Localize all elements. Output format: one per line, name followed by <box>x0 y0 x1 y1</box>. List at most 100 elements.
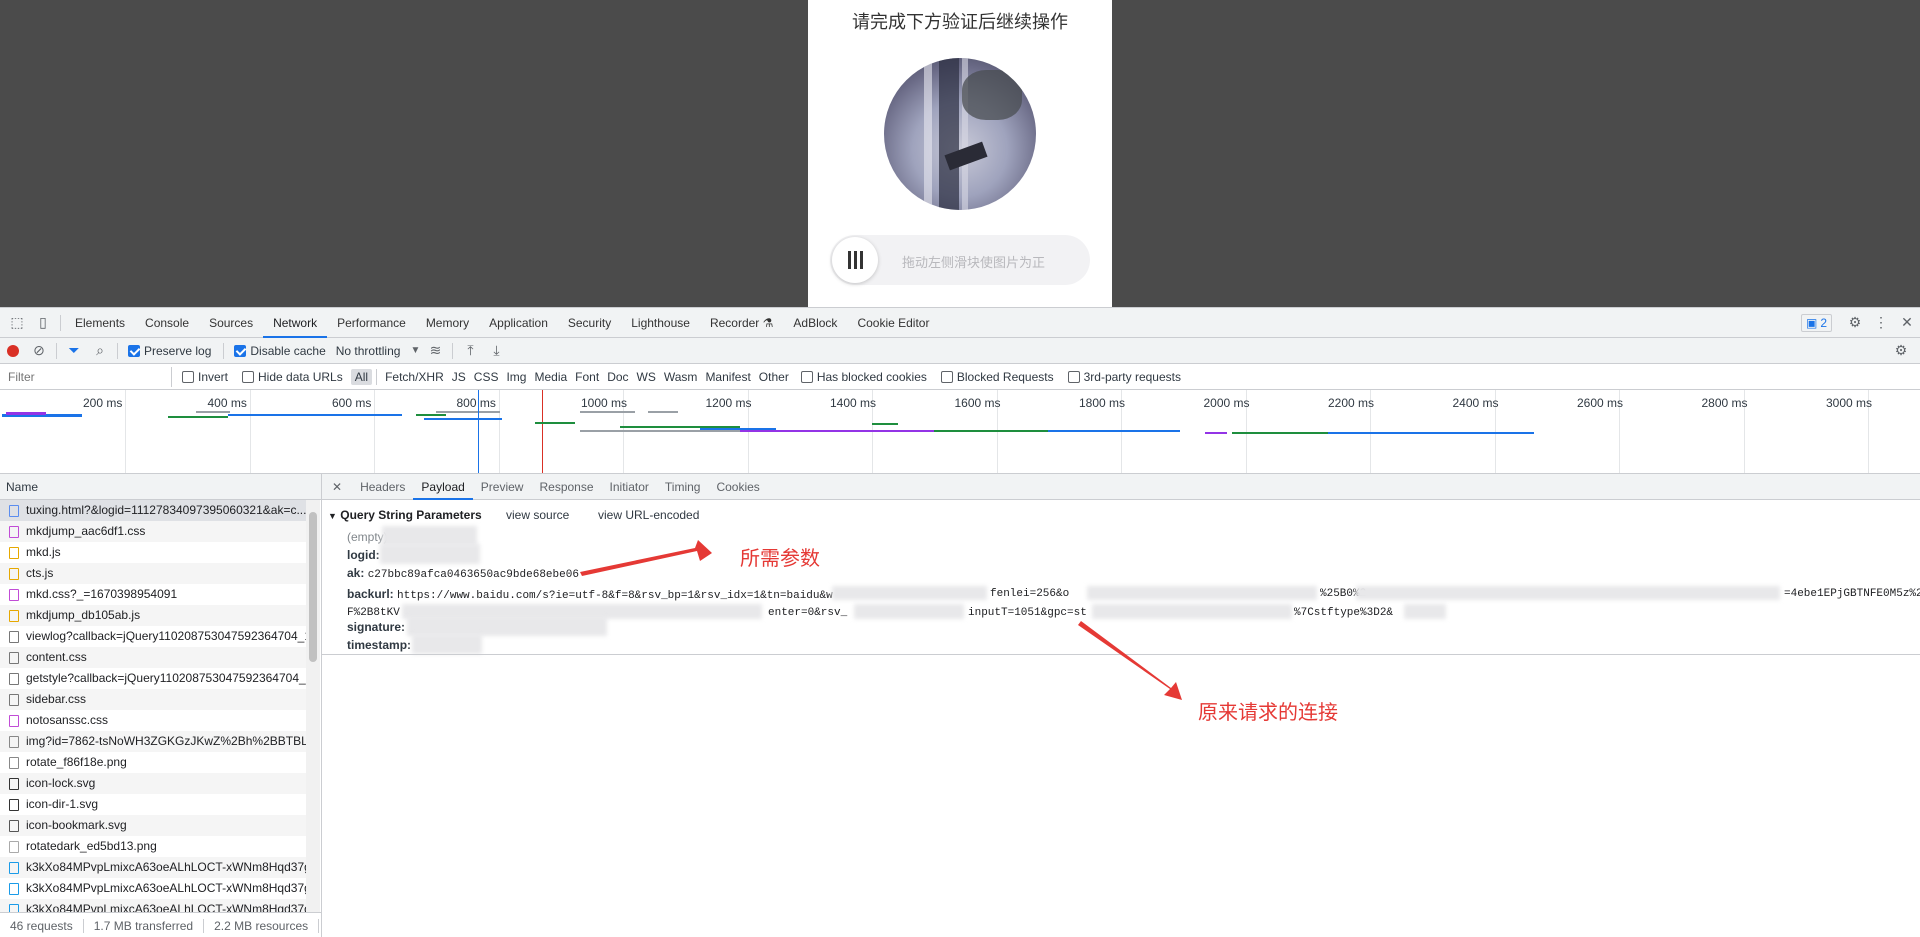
tab-recorder[interactable]: Recorder ⚗ <box>700 308 783 338</box>
tab-response[interactable]: Response <box>531 474 601 500</box>
request-row[interactable]: icon-lock.svg <box>0 773 306 794</box>
file-type-icon <box>9 547 19 559</box>
request-row[interactable]: rotatedark_ed5bd13.png <box>0 836 306 857</box>
tab-headers[interactable]: Headers <box>352 474 413 500</box>
request-row[interactable]: mkdjump_aac6df1.css <box>0 521 306 542</box>
clear-icon[interactable]: ⊘ <box>26 338 52 364</box>
tab-preview[interactable]: Preview <box>473 474 532 500</box>
preserve-log-checkbox[interactable] <box>128 344 140 357</box>
request-row[interactable]: content.css <box>0 647 306 668</box>
hide-data-urls-checkbox[interactable] <box>242 370 255 383</box>
request-name: icon-lock.svg <box>26 776 96 790</box>
record-button[interactable] <box>7 344 19 357</box>
request-row[interactable]: rotate_f86f18e.png <box>0 752 306 773</box>
request-row[interactable]: mkd.css?_=1670398954091 <box>0 584 306 605</box>
type-filter-doc[interactable]: Doc <box>603 369 632 385</box>
network-overview-timeline[interactable]: 200 ms 400 ms 600 ms 800 ms 1000 ms 1200 ms 14… <box>0 390 1920 474</box>
request-row[interactable]: mkd.js <box>0 542 306 563</box>
waterfall-bar <box>580 430 740 432</box>
more-options-icon[interactable]: ⋮ <box>1868 310 1894 336</box>
third-party-checkbox[interactable] <box>1067 370 1080 383</box>
settings-gear-icon[interactable]: ⚙ <box>1842 310 1868 336</box>
type-filter-ws[interactable]: WS <box>633 369 660 385</box>
redacted-region <box>407 616 607 636</box>
type-filter-wasm[interactable]: Wasm <box>660 369 702 385</box>
annotation-link: 原来请求的连接 <box>1198 702 1338 724</box>
dropdown-arrow-icon[interactable]: ▼ <box>408 338 422 364</box>
type-filter-css[interactable]: CSS <box>470 369 503 385</box>
blocked-requests-checkbox[interactable] <box>940 370 953 383</box>
tab-adblock[interactable]: AdBlock <box>783 308 847 338</box>
file-type-icon <box>9 715 19 727</box>
filter-icon[interactable]: ⏷ <box>61 338 87 364</box>
request-row[interactable]: viewlog?callback=jQuery11020875304759236… <box>0 626 306 647</box>
import-har-icon[interactable]: ⤒ <box>457 338 483 364</box>
slider-handle[interactable] <box>832 237 878 283</box>
invert-checkbox[interactable] <box>182 370 194 383</box>
request-row[interactable]: icon-dir-1.svg <box>0 794 306 815</box>
tab-network[interactable]: Network <box>263 308 328 338</box>
network-conditions-icon[interactable]: ≋ <box>422 338 448 364</box>
has-blocked-cookies-checkbox[interactable] <box>800 370 813 383</box>
query-string-section-header[interactable]: ▼ Query String Parameters <box>328 508 482 522</box>
tab-elements[interactable]: Elements <box>65 308 135 338</box>
disable-cache-checkbox[interactable] <box>234 344 247 357</box>
filter-input[interactable] <box>4 366 172 387</box>
timeline-gridline <box>125 390 126 473</box>
tab-console[interactable]: Console <box>135 308 199 338</box>
type-filter-media[interactable]: Media <box>530 369 571 385</box>
tab-memory[interactable]: Memory <box>416 308 479 338</box>
request-row[interactable]: cts.js <box>0 563 306 584</box>
request-list: tuxing.html?&logid=11127834097395060321&… <box>0 500 306 912</box>
tab-cookies[interactable]: Cookies <box>708 474 767 500</box>
request-row[interactable]: notosanssc.css <box>0 710 306 731</box>
view-source-link[interactable]: view source <box>506 508 569 522</box>
request-row[interactable]: icon-bookmark.svg <box>0 815 306 836</box>
request-row[interactable]: k3kXo84MPvpLmixcA63oeALhLOCT-xWNm8Hqd37g… <box>0 857 306 878</box>
search-icon[interactable]: ⌕ <box>87 338 113 364</box>
export-har-icon[interactable]: ⤓ <box>483 338 509 364</box>
type-filter-manifest[interactable]: Manifest <box>701 369 754 385</box>
scrollbar-thumb[interactable] <box>309 512 317 662</box>
timeline-gridline <box>374 390 375 473</box>
param-row-logid: logid: <box>347 548 380 562</box>
rotate-slider-track[interactable]: 拖动左侧滑块使图片为正 <box>830 235 1090 285</box>
backurl-line2-b: enter=0&rsv_ <box>768 607 848 619</box>
type-filter-xhr[interactable]: Fetch/XHR <box>381 369 448 385</box>
captcha-dialog: 请完成下方验证后继续操作 拖动左侧滑块使图片为正 <box>808 0 1112 307</box>
type-filter-img[interactable]: Img <box>502 369 530 385</box>
type-filter-other[interactable]: Other <box>755 369 793 385</box>
tab-timing[interactable]: Timing <box>657 474 709 500</box>
close-details-icon[interactable]: ✕ <box>322 474 352 500</box>
tab-application[interactable]: Application <box>479 308 558 338</box>
throttling-select[interactable]: No throttling <box>336 344 401 358</box>
request-row[interactable]: sidebar.css <box>0 689 306 710</box>
request-row[interactable]: tuxing.html?&logid=11127834097395060321&… <box>0 500 306 521</box>
network-settings-icon[interactable]: ⚙ <box>1888 338 1914 364</box>
request-row[interactable]: getstyle?callback=jQuery1102087530475923… <box>0 668 306 689</box>
type-filter-font[interactable]: Font <box>571 369 603 385</box>
inspect-element-icon[interactable]: ⬚ <box>4 310 30 336</box>
type-filter-js[interactable]: JS <box>448 369 470 385</box>
issues-badge[interactable]: ▣ 2 <box>1800 313 1832 332</box>
type-filter-all[interactable]: All <box>350 368 373 385</box>
tab-sources[interactable]: Sources <box>199 308 263 338</box>
tab-initiator[interactable]: Initiator <box>602 474 657 500</box>
tab-performance[interactable]: Performance <box>327 308 416 338</box>
tab-lighthouse[interactable]: Lighthouse <box>621 308 700 338</box>
request-row[interactable]: k3kXo84MPvpLmixcA63oeALhLOCT-xWNm8Hqd37g… <box>0 899 306 912</box>
hide-data-urls-label: Hide data URLs <box>258 369 343 384</box>
request-row[interactable]: img?id=7862-tsNoWH3ZGKGzJKwZ%2Bh%2BBTBLa… <box>0 731 306 752</box>
request-row[interactable]: mkdjump_db105ab.js <box>0 605 306 626</box>
view-url-encoded-link[interactable]: view URL-encoded <box>598 508 699 522</box>
tab-payload[interactable]: Payload <box>413 474 473 500</box>
tab-cookie-editor[interactable]: Cookie Editor <box>847 308 939 338</box>
param-key: ak: <box>347 566 365 580</box>
request-list-scrollbar[interactable] <box>306 500 320 912</box>
request-row[interactable]: k3kXo84MPvpLmixcA63oeALhLOCT-xWNm8Hqd37g… <box>0 878 306 899</box>
device-toolbar-icon[interactable]: ▯ <box>30 310 56 336</box>
tab-security[interactable]: Security <box>558 308 621 338</box>
close-devtools-icon[interactable]: ✕ <box>1894 310 1920 336</box>
file-type-icon <box>9 589 19 601</box>
name-column-header[interactable]: Name <box>0 474 321 500</box>
